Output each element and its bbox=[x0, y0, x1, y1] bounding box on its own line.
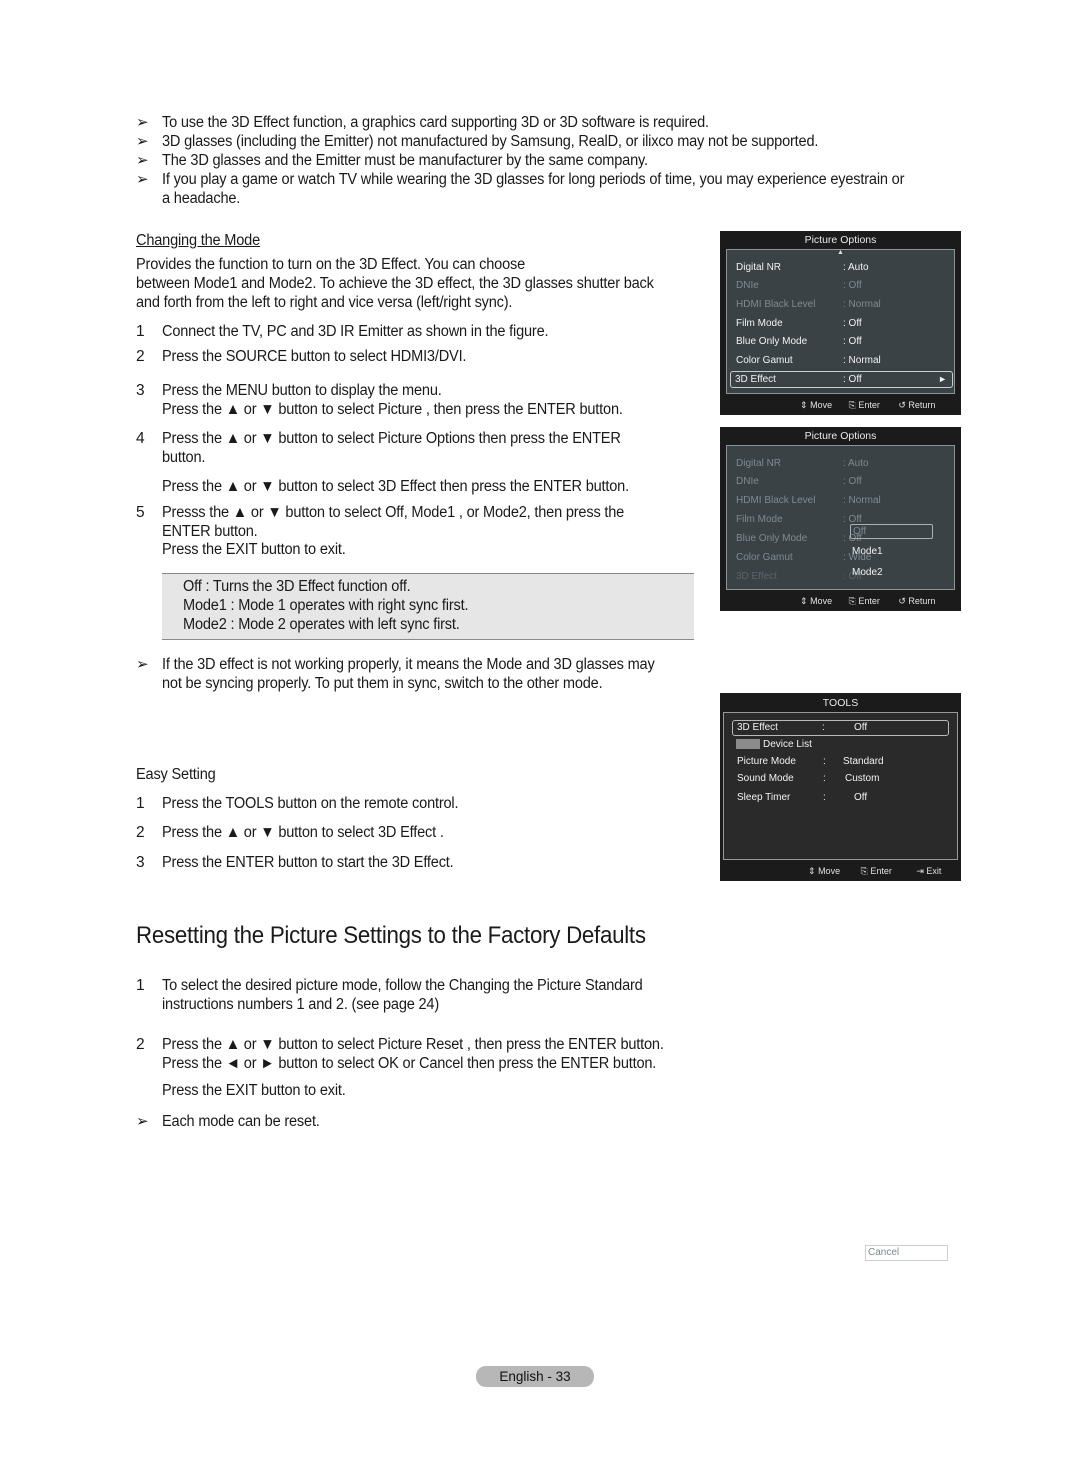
step-number: 1 bbox=[136, 323, 145, 340]
note-text: The 3D glasses and the Emitter must be m… bbox=[162, 152, 648, 169]
osd-menu-panel: ▲ Digital NR : Auto DNIe : Off HDMI Blac… bbox=[726, 249, 955, 394]
mode-note-off: Off : Turns the 3D Effect function off. bbox=[183, 578, 411, 595]
note-text: To use the 3D Effect function, a graphic… bbox=[162, 114, 709, 131]
intro-text: between Mode1 and Mode2. To achieve the … bbox=[136, 275, 654, 292]
osd-tools-menu: TOOLS 3D Effect : Off Device List Pictur… bbox=[720, 693, 961, 881]
step-number: 4 bbox=[136, 430, 145, 447]
step-text: instructions numbers 1 and 2. (see page … bbox=[162, 996, 440, 1013]
step-text: To select the desired picture mode, foll… bbox=[162, 977, 643, 994]
tools-row-sound-mode[interactable]: Sound Mode : Custom bbox=[724, 771, 957, 787]
dropdown-option-mode1[interactable]: Mode1 bbox=[852, 546, 883, 557]
step-number: 1 bbox=[136, 795, 145, 812]
section-title-changing-mode: Changing the Mode bbox=[136, 232, 260, 249]
osd-picture-options-2: Picture Options Digital NR : Auto DNIe :… bbox=[720, 427, 961, 611]
step-text: Press the ◄ or ► button to select OK or … bbox=[162, 1055, 657, 1072]
page-heading-reset: Resetting the Picture Settings to the Fa… bbox=[136, 922, 646, 949]
move-icon: ⇕ bbox=[808, 866, 816, 876]
osd-footer: ⇕ Move ⎘ Enter ↺ Return bbox=[800, 400, 936, 410]
intro-text: Provides the function to turn on the 3D … bbox=[136, 256, 526, 273]
osd-row-digital-nr[interactable]: Digital NR : Auto bbox=[727, 259, 954, 276]
osd-row-3d-effect-selected[interactable]: 3D Effect : Off ► bbox=[730, 371, 953, 388]
osd-row-dnie: DNIe : Off bbox=[736, 476, 862, 487]
osd-title: Picture Options bbox=[804, 234, 877, 246]
step-text: Press the EXIT button to exit. bbox=[162, 1082, 346, 1099]
exit-icon: ⇥ bbox=[916, 866, 924, 876]
osd-row-blue-only-mode[interactable]: Blue Only Mode : Off bbox=[727, 333, 954, 350]
step-text: Connect the TV, PC and 3D IR Emitter as … bbox=[162, 323, 549, 340]
step-text: Press the ▲ or ▼ button to select 3D Eff… bbox=[162, 478, 629, 495]
enter-icon: ⎘ bbox=[848, 596, 856, 606]
step-text: Press the SOURCE button to select HDMI3/… bbox=[162, 348, 467, 365]
osd-row-3d-effect: 3D Effect : Off bbox=[736, 571, 862, 582]
step-number: 2 bbox=[136, 824, 145, 841]
scroll-up-icon: ▲ bbox=[837, 249, 844, 256]
tip-text: Each mode can be reset. bbox=[162, 1113, 320, 1130]
submenu-arrow-icon: ► bbox=[938, 374, 947, 384]
step-text: Press the ▲ or ▼ button to select Pictur… bbox=[162, 430, 621, 447]
tools-row-3d-effect-selected[interactable]: 3D Effect : Off bbox=[732, 720, 949, 736]
enter-icon: ⎘ bbox=[848, 400, 856, 410]
step-number: 5 bbox=[136, 504, 145, 521]
step-number: 2 bbox=[136, 1036, 145, 1053]
osd-title: Picture Options bbox=[804, 430, 877, 442]
tip-bullet-icon: ➢ bbox=[136, 1113, 149, 1130]
anynet-icon bbox=[736, 739, 760, 750]
section-title-easy-setting: Easy Setting bbox=[136, 766, 216, 783]
cancel-button[interactable]: Cancel bbox=[865, 1245, 948, 1261]
note-text: If you play a game or watch TV while wea… bbox=[162, 171, 905, 188]
step-text: button. bbox=[162, 449, 206, 466]
mode-note-mode1: Mode1 : Mode 1 operates with right sync … bbox=[183, 597, 469, 614]
osd-menu-panel: 3D Effect : Off Device List Picture Mode… bbox=[723, 712, 958, 860]
osd-row-dnie: DNIe : Off bbox=[736, 280, 862, 291]
mode-note-mode2: Mode2 : Mode 2 operates with left sync f… bbox=[183, 616, 460, 633]
osd-title: TOOLS bbox=[822, 697, 859, 709]
osd-row-digital-nr: Digital NR : Auto bbox=[736, 458, 869, 469]
step-text: Press the ▲ or ▼ button to select Pictur… bbox=[162, 1036, 664, 1053]
note-text: 3D glasses (including the Emitter) not m… bbox=[162, 133, 819, 150]
step-number: 3 bbox=[136, 854, 145, 871]
dropdown-option-mode2[interactable]: Mode2 bbox=[852, 567, 883, 578]
dropdown-option-off[interactable]: Off bbox=[850, 524, 933, 539]
move-icon: ⇕ bbox=[800, 400, 808, 410]
tools-row-sleep-timer[interactable]: Sleep Timer : Off bbox=[724, 790, 957, 806]
osd-menu-panel: Digital NR : Auto DNIe : Off HDMI Black … bbox=[726, 445, 955, 590]
tools-row-device-list[interactable]: Device List bbox=[736, 739, 812, 753]
note-bullet-icon: ➢ bbox=[136, 133, 149, 150]
return-icon: ↺ bbox=[898, 400, 906, 410]
step-text: Press the ▲ or ▼ button to select Pictur… bbox=[162, 401, 623, 418]
osd-row-color-gamut[interactable]: Color Gamut : Normal bbox=[727, 352, 954, 369]
step-text: Press the TOOLS button on the remote con… bbox=[162, 795, 459, 812]
tip-text: If the 3D effect is not working properly… bbox=[162, 656, 655, 673]
osd-row-film-mode[interactable]: Film Mode : Off bbox=[727, 315, 954, 332]
osd-footer: ⇕ Move ⎘ Enter ⇥ Exit bbox=[808, 866, 942, 876]
step-text: Press the EXIT button to exit. bbox=[162, 541, 346, 558]
return-icon: ↺ bbox=[898, 596, 906, 606]
osd-row-hdmi-black-level: HDMI Black Level : Normal bbox=[736, 495, 881, 506]
step-text: Press the ▲ or ▼ button to select 3D Eff… bbox=[162, 824, 444, 841]
tip-text: not be syncing properly. To put them in … bbox=[162, 675, 603, 692]
step-number: 1 bbox=[136, 977, 145, 994]
step-number: 3 bbox=[136, 382, 145, 399]
osd-row-color-gamut: Color Gamut : Wide bbox=[736, 552, 872, 563]
note-bullet-icon: ➢ bbox=[136, 152, 149, 169]
step-text: ENTER button. bbox=[162, 523, 258, 540]
step-text: Press the ENTER button to start the 3D E… bbox=[162, 854, 454, 871]
note-bullet-icon: ➢ bbox=[136, 114, 149, 131]
osd-footer: ⇕ Move ⎘ Enter ↺ Return bbox=[800, 596, 936, 606]
tip-bullet-icon: ➢ bbox=[136, 656, 149, 673]
note-text: a headache. bbox=[162, 190, 241, 207]
step-number: 2 bbox=[136, 348, 145, 365]
move-icon: ⇕ bbox=[800, 596, 808, 606]
step-text: Presss the ▲ or ▼ button to select Off, … bbox=[162, 504, 625, 521]
osd-row-hdmi-black-level: HDMI Black Level : Normal bbox=[736, 299, 881, 310]
note-bullet-icon: ➢ bbox=[136, 171, 149, 188]
step-text: Press the MENU button to display the men… bbox=[162, 382, 442, 399]
intro-text: and forth from the left to right and vic… bbox=[136, 294, 513, 311]
tools-row-picture-mode[interactable]: Picture Mode : Standard bbox=[724, 754, 957, 770]
osd-picture-options-1: Picture Options ▲ Digital NR : Auto DNIe… bbox=[720, 231, 961, 415]
page-number-badge: English - 33 bbox=[476, 1366, 594, 1387]
enter-icon: ⎘ bbox=[860, 866, 868, 876]
